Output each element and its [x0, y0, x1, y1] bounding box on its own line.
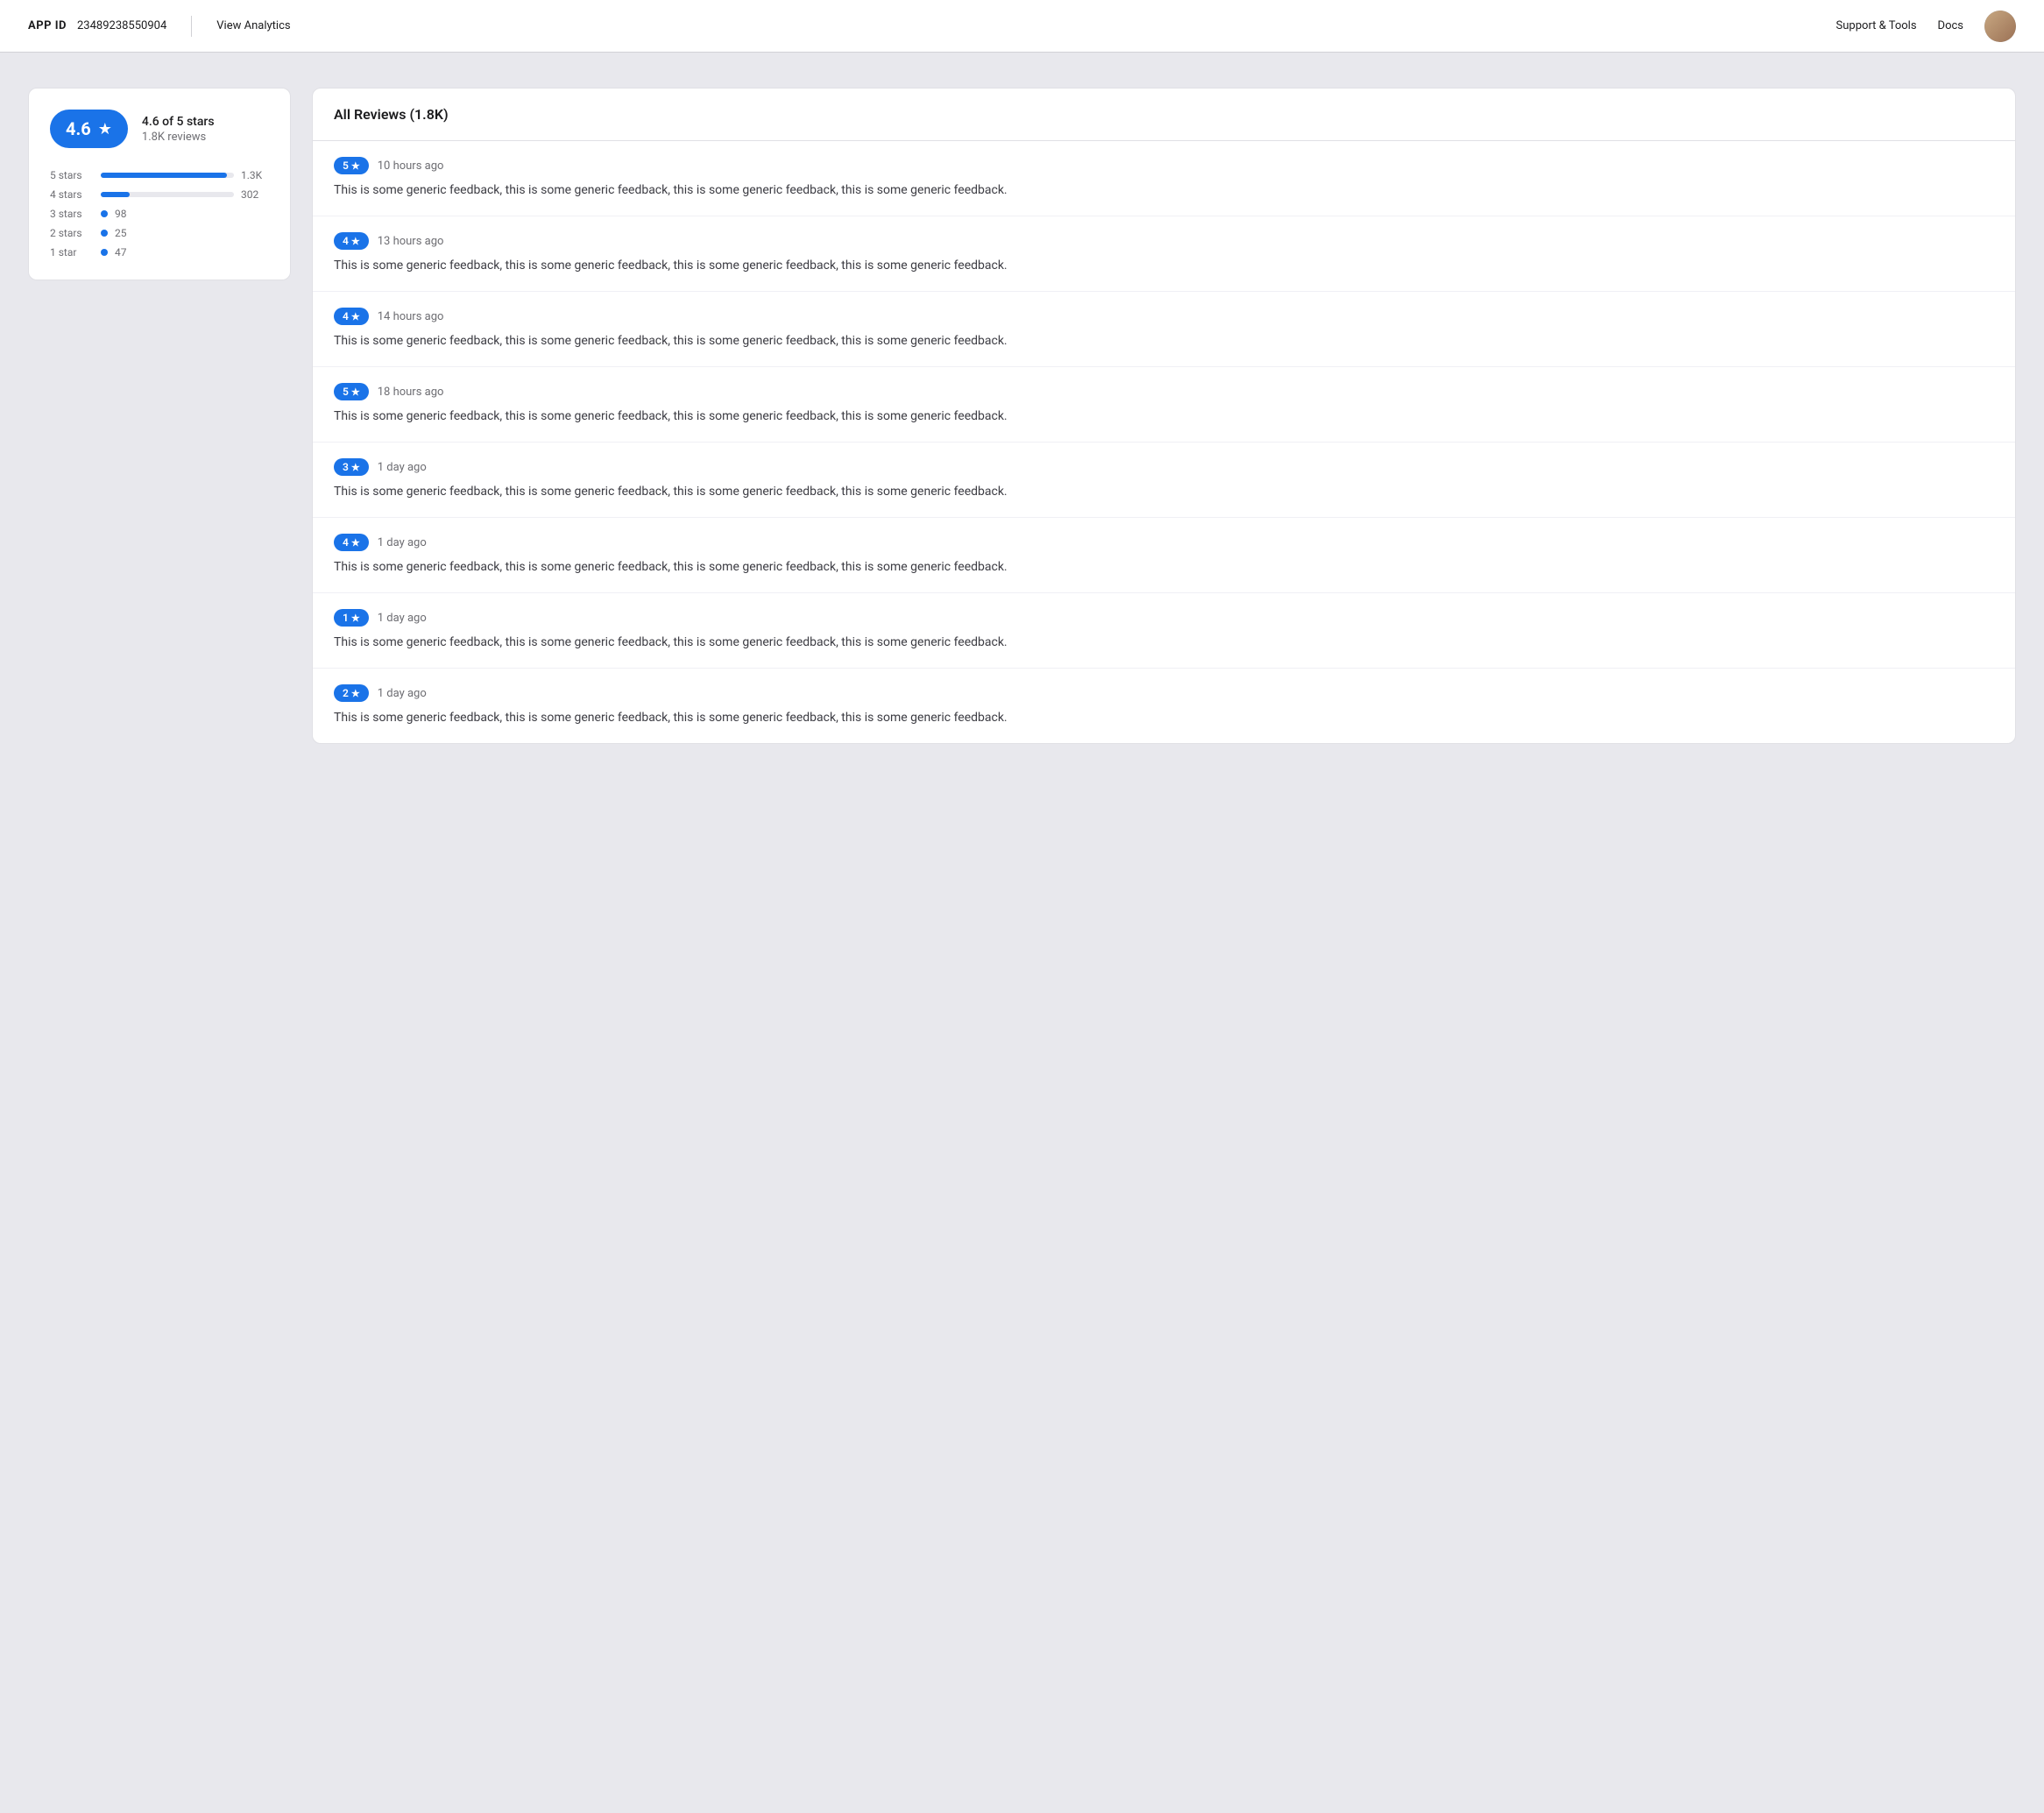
- rating-card: 4.6 ★ 4.6 of 5 stars 1.8K reviews 5 star…: [28, 88, 291, 280]
- review-meta: 5★ 10 hours ago: [334, 157, 1994, 174]
- bar-fill: [101, 173, 227, 178]
- bar-dot: [101, 249, 108, 256]
- rating-badge: 4.6 ★: [50, 110, 128, 148]
- avatar-image: [1984, 11, 2016, 42]
- review-item: 1★ 1 day ago This is some generic feedback…: [313, 593, 2015, 669]
- support-tools-link[interactable]: Support & Tools: [1836, 19, 1917, 32]
- review-item: 3★ 1 day ago This is some generic feedback…: [313, 443, 2015, 518]
- header-divider: [191, 16, 192, 37]
- star-icon: ★: [351, 462, 360, 473]
- review-star-badge: 5★: [334, 157, 369, 174]
- review-star-badge: 5★: [334, 383, 369, 400]
- bar-count: 47: [115, 246, 143, 258]
- bar-dot: [101, 230, 108, 237]
- review-meta: 5★ 18 hours ago: [334, 383, 1994, 400]
- review-text: This is some generic feedback, this is s…: [334, 181, 1994, 200]
- app-id-value: 23489238550904: [77, 19, 166, 32]
- star-bar-label: 1 star: [50, 246, 94, 258]
- review-meta: 4★ 14 hours ago: [334, 308, 1994, 325]
- rating-summary: 4.6 ★ 4.6 of 5 stars 1.8K reviews: [50, 110, 269, 148]
- rating-review-count: 1.8K reviews: [142, 131, 215, 144]
- reviews-title: All Reviews (1.8K): [334, 106, 449, 123]
- bar-count: 1.3K: [241, 169, 269, 181]
- bar-container: [101, 192, 234, 197]
- star-bar-label: 4 stars: [50, 188, 94, 201]
- review-item: 2★ 1 day ago This is some generic feedback…: [313, 669, 2015, 743]
- review-item: 4★ 14 hours ago This is some generic feedb…: [313, 292, 2015, 367]
- review-item: 4★ 13 hours ago This is some generic feedb…: [313, 216, 2015, 292]
- star-icon: ★: [351, 386, 360, 398]
- star-bar-row: 5 stars 1.3K: [50, 169, 269, 181]
- rating-score: 4.6: [66, 118, 91, 139]
- header-right: Support & Tools Docs: [1836, 11, 2016, 42]
- review-meta: 4★ 1 day ago: [334, 534, 1994, 551]
- review-item: 5★ 18 hours ago This is some generic feedb…: [313, 367, 2015, 443]
- review-star-badge: 4★: [334, 534, 369, 551]
- star-icon: ★: [351, 613, 360, 624]
- app-id-label: APP ID: [28, 19, 67, 32]
- bar-dot: [101, 210, 108, 217]
- star-icon: ★: [351, 688, 360, 699]
- review-time: 1 day ago: [378, 536, 427, 549]
- header-left: APP ID 23489238550904 View Analytics: [28, 16, 291, 37]
- star-bar-label: 5 stars: [50, 169, 94, 181]
- review-meta: 2★ 1 day ago: [334, 684, 1994, 702]
- reviews-header: All Reviews (1.8K): [313, 89, 2015, 141]
- star-icon: ★: [351, 236, 360, 247]
- review-item: 4★ 1 day ago This is some generic feedback…: [313, 518, 2015, 593]
- review-text: This is some generic feedback, this is s…: [334, 483, 1994, 501]
- docs-link[interactable]: Docs: [1938, 19, 1963, 32]
- star-bar-row: 2 stars 25: [50, 227, 269, 239]
- review-meta: 4★ 13 hours ago: [334, 232, 1994, 250]
- star-icon: ★: [351, 311, 360, 322]
- star-bar-label: 3 stars: [50, 208, 94, 220]
- review-star-badge: 1★: [334, 609, 369, 627]
- review-time: 14 hours ago: [378, 310, 444, 323]
- review-text: This is some generic feedback, this is s…: [334, 709, 1994, 727]
- review-meta: 3★ 1 day ago: [334, 458, 1994, 476]
- review-text: This is some generic feedback, this is s…: [334, 332, 1994, 351]
- review-time: 1 day ago: [378, 687, 427, 700]
- review-item: 5★ 10 hours ago This is some generic feedb…: [313, 141, 2015, 216]
- star-bar-label: 2 stars: [50, 227, 94, 239]
- rating-star-icon: ★: [98, 120, 112, 138]
- bar-count: 25: [115, 227, 143, 239]
- view-analytics-link[interactable]: View Analytics: [216, 19, 290, 32]
- avatar[interactable]: [1984, 11, 2016, 42]
- main-content: 4.6 ★ 4.6 of 5 stars 1.8K reviews 5 star…: [0, 53, 2044, 779]
- bar-count: 302: [241, 188, 269, 201]
- review-time: 1 day ago: [378, 612, 427, 625]
- bar-fill: [101, 192, 130, 197]
- star-bar-row: 1 star 47: [50, 246, 269, 258]
- rating-text: 4.6 of 5 stars 1.8K reviews: [142, 115, 215, 144]
- review-meta: 1★ 1 day ago: [334, 609, 1994, 627]
- star-bars: 5 stars 1.3K 4 stars 302 3 stars 98 2 stars 25 1…: [50, 169, 269, 258]
- reviews-panel: All Reviews (1.8K) 5★ 10 hours ago This is…: [312, 88, 2016, 744]
- review-text: This is some generic feedback, this is s…: [334, 257, 1994, 275]
- bar-count: 98: [115, 208, 143, 220]
- reviews-list: 5★ 10 hours ago This is some generic feedb…: [313, 141, 2015, 743]
- review-text: This is some generic feedback, this is s…: [334, 558, 1994, 577]
- review-star-badge: 4★: [334, 308, 369, 325]
- star-icon: ★: [351, 537, 360, 549]
- review-time: 18 hours ago: [378, 386, 444, 399]
- star-bar-row: 3 stars 98: [50, 208, 269, 220]
- review-text: This is some generic feedback, this is s…: [334, 407, 1994, 426]
- review-time: 10 hours ago: [378, 159, 444, 173]
- bar-container: [101, 173, 234, 178]
- review-star-badge: 4★: [334, 232, 369, 250]
- header: APP ID 23489238550904 View Analytics Sup…: [0, 0, 2044, 53]
- star-bar-row: 4 stars 302: [50, 188, 269, 201]
- review-star-badge: 2★: [334, 684, 369, 702]
- review-star-badge: 3★: [334, 458, 369, 476]
- rating-of-stars: 4.6 of 5 stars: [142, 115, 215, 129]
- star-icon: ★: [351, 160, 360, 172]
- review-time: 1 day ago: [378, 461, 427, 474]
- review-text: This is some generic feedback, this is s…: [334, 634, 1994, 652]
- review-time: 13 hours ago: [378, 235, 444, 248]
